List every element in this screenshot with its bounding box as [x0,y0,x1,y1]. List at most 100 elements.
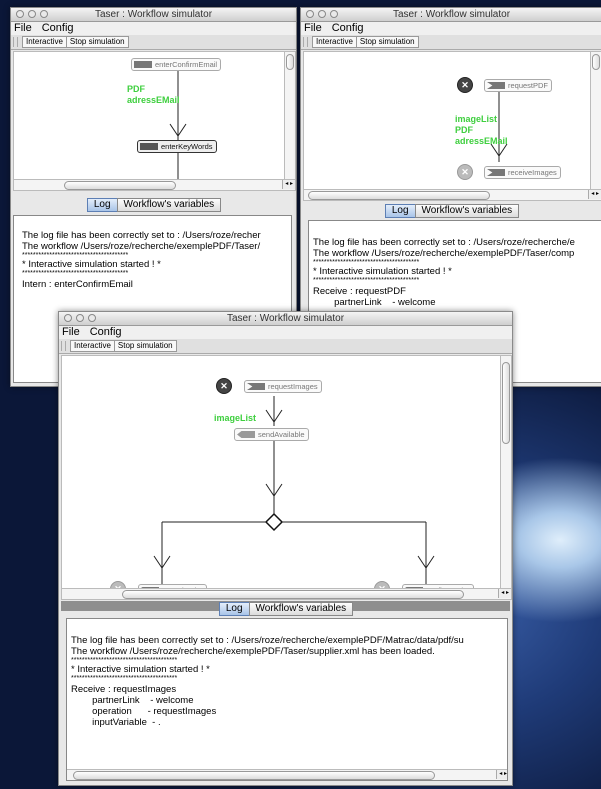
log-line: Intern : enterConfirmEmail [22,279,133,290]
panel-tabs: Log Workflow's variables [59,602,512,616]
terminate-icon[interactable]: ✕ [457,164,473,180]
node-label: enterConfirmEmail [155,60,218,69]
log-line: * Interactive simulation started ! * [22,259,161,270]
node-label: receiveImages [508,168,557,177]
log-line: *************************************** [71,675,178,682]
log-line: The workflow /Users/roze/recherche/exemp… [71,646,435,657]
node-receive-images[interactable]: receiveImages [484,166,561,179]
log-line: Receive : requestPDF [313,286,406,297]
node-label: requestImages [268,382,318,391]
node-label: enterKeyWords [161,142,213,151]
variable-label: imageList [214,413,257,423]
menu-file[interactable]: File [62,326,80,339]
node-request-pdf[interactable]: requestPDF [484,79,553,92]
scroll-arrows-icon[interactable]: ◂ ▸ [282,180,295,189]
log-line: The log file has been correctly set to :… [71,635,464,646]
receive-activity-icon [247,383,265,390]
menu-bar: File Config [301,22,601,35]
tab-log[interactable]: Log [86,198,118,212]
window-titlebar[interactable]: Taser : Workflow simulator [59,312,512,326]
menu-config[interactable]: Config [42,22,74,35]
log-line: Receive : requestImages [71,684,177,695]
toolbar-grip-icon[interactable] [303,37,308,47]
log-line: *************************************** [71,657,178,664]
receive-activity-icon [487,169,505,176]
toolbar: Interactive Stop simulation [59,339,512,354]
log-line: * Interactive simulation started ! * [71,664,210,675]
tab-log[interactable]: Log [384,204,416,218]
window-title: Taser : Workflow simulator [94,9,213,20]
log-line: *************************************** [313,259,420,266]
canvas-vertical-scrollbar[interactable] [590,52,601,190]
stop-simulation-button[interactable]: Stop simulation [355,36,419,48]
log-line: partnerLink - welcome [71,695,194,706]
intern-activity-icon [134,61,152,68]
node-enter-confirm-email[interactable]: enterConfirmEmail [131,58,222,71]
window-titlebar[interactable]: Taser : Workflow simulator [11,8,296,22]
toolbar: Interactive Stop simulation [11,35,296,50]
stop-simulation-button[interactable]: Stop simulation [113,340,177,352]
send-activity-icon [237,431,255,438]
tab-log[interactable]: Log [218,602,250,616]
tab-workflow-variables[interactable]: Workflow's variables [414,204,520,218]
variable-label: adressEMail [127,95,180,105]
panel-tabs: Log Workflow's variables [301,204,601,218]
toolbar-grip-icon[interactable] [61,341,66,351]
workflow-links [169,70,187,190]
canvas-vertical-scrollbar[interactable] [500,356,511,589]
interactive-button[interactable]: Interactive [22,36,67,48]
toolbar: Interactive Stop simulation [301,35,601,50]
node-enter-key-words[interactable]: enterKeyWords [137,140,217,153]
log-horizontal-scrollbar[interactable]: ◂ ▸ [67,769,507,780]
log-line: inputVariable - . [71,717,161,728]
log-line: *************************************** [22,252,129,259]
log-line: * Interactive simulation started ! * [313,266,452,277]
scroll-arrows-icon[interactable]: ◂ ▸ [496,770,507,779]
menu-bar: File Config [59,326,512,339]
log-line: operation - requestImages [71,706,217,717]
window-title: Taser : Workflow simulator [392,9,511,20]
menu-config[interactable]: Config [90,326,122,339]
window-titlebar[interactable]: Taser : Workflow simulator [301,8,601,22]
log-panel[interactable]: The log file has been correctly set to :… [66,618,508,781]
variable-label: PDF [455,125,473,135]
window-title: Taser : Workflow simulator [226,313,345,324]
tab-workflow-variables[interactable]: Workflow's variables [248,602,354,616]
panel-tabs: Log Workflow's variables [11,198,296,212]
menu-config[interactable]: Config [332,22,364,35]
scroll-arrows-icon[interactable]: ◂ ▸ [588,190,601,199]
interactive-button[interactable]: Interactive [312,36,357,48]
node-label: requestPDF [508,81,549,90]
simulator-window-3[interactable]: Taser : Workflow simulator File Config I… [58,311,513,786]
log-line: *************************************** [22,270,129,277]
node-label: sendAvailable [258,430,305,439]
variable-label: PDF [127,84,145,94]
canvas-horizontal-scrollbar[interactable]: ◂ ▸ [62,588,511,599]
menu-file[interactable]: File [304,22,322,35]
toolbar-grip-icon[interactable] [13,37,18,47]
log-line: partnerLink - welcome [313,297,436,308]
interactive-button[interactable]: Interactive [70,340,115,352]
canvas-horizontal-scrollbar[interactable]: ◂ ▸ [14,179,295,190]
terminate-icon[interactable]: ✕ [216,378,232,394]
intern-activity-icon [140,143,158,150]
workflow-canvas[interactable]: enterConfirmEmail PDF adressEMail enterK… [13,51,296,191]
workflow-canvas[interactable]: ✕ requestPDF imageList PDF adressEMail ✕… [303,51,601,201]
canvas-horizontal-scrollbar[interactable]: ◂ ▸ [304,189,601,200]
workflow-canvas[interactable]: ✕ requestImages imageList sendAvailable … [61,355,512,600]
variable-label: adressEMail [455,136,508,146]
receive-activity-icon [487,82,505,89]
menu-file[interactable]: File [14,22,32,35]
node-send-available[interactable]: sendAvailable [234,428,309,441]
log-line: *************************************** [313,277,420,284]
terminate-icon[interactable]: ✕ [457,77,473,93]
menu-bar: File Config [11,22,296,35]
node-request-images[interactable]: requestImages [244,380,322,393]
stop-simulation-button[interactable]: Stop simulation [65,36,129,48]
log-line: The log file has been correctly set to :… [22,230,261,241]
scroll-arrows-icon[interactable]: ◂ ▸ [498,589,511,598]
canvas-vertical-scrollbar[interactable] [284,52,295,180]
tab-workflow-variables[interactable]: Workflow's variables [116,198,222,212]
log-line: The log file has been correctly set to :… [313,237,575,248]
log-line: The workflow /Users/roze/recherche/exemp… [313,248,575,259]
